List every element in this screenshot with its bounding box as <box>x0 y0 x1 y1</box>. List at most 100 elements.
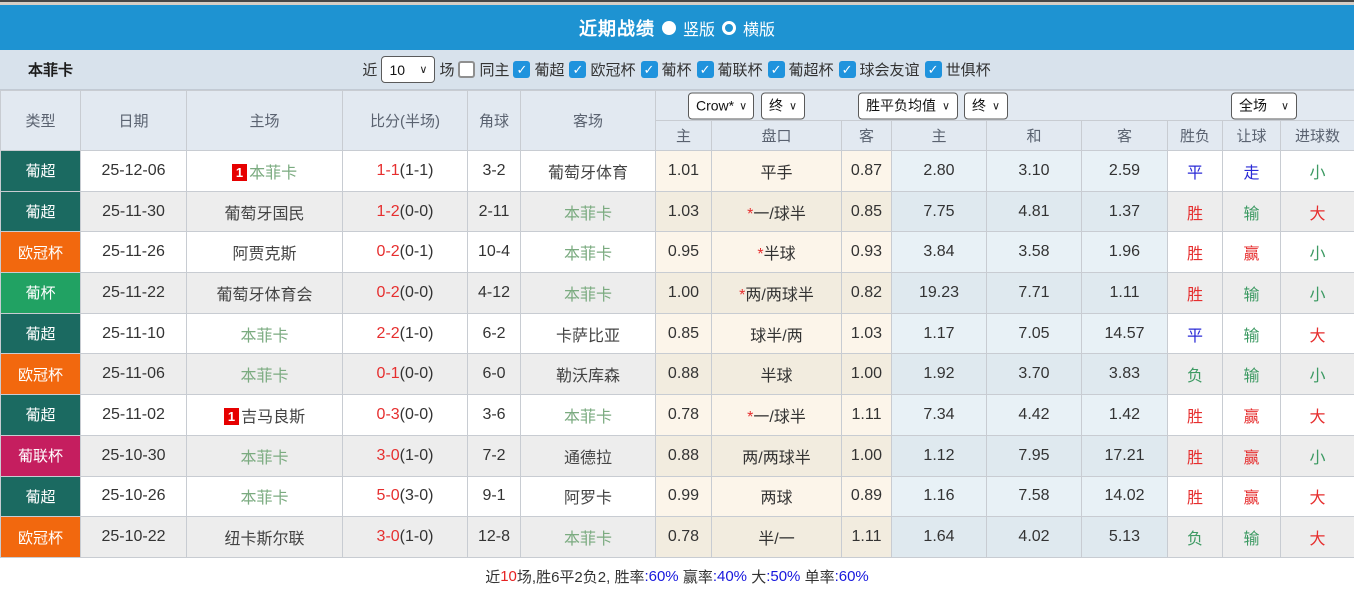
handicap: 两球 <box>711 475 842 518</box>
col-header-score: 比分(半场) <box>342 90 468 151</box>
league-label[interactable]: 葡杯 <box>662 59 692 80</box>
home-team: 纽卡斯尔联 <box>186 516 343 558</box>
league-checkbox[interactable]: ✓ <box>696 61 714 78</box>
chevron-down-icon: ∨ <box>739 100 748 112</box>
type-badge: 葡超 <box>0 190 81 233</box>
result-wdl: 胜 <box>1167 272 1223 314</box>
league-checkbox[interactable]: ✓ <box>640 61 658 78</box>
odds-source-select[interactable]: Crow* ∨ <box>688 92 754 119</box>
summary-segment: 赢率 <box>678 569 713 587</box>
odds-home: 1.01 <box>655 150 712 192</box>
table-row: 欧冠杯 25-11-06 本菲卡 0-1(0-0) 6-0 勒沃库森 0.88 半球 1.00 1… <box>0 353 1354 396</box>
avg-win: 7.34 <box>891 394 987 436</box>
col-header-avg-win: 主 <box>891 120 987 151</box>
league-label[interactable]: 球会友谊 <box>860 59 920 80</box>
type-badge: 欧冠杯 <box>0 231 81 274</box>
table-row: 葡超 25-12-06 1 本菲卡 1-1(1-1) 3-2 葡萄牙体育 1.01 平手 0.87… <box>0 150 1354 192</box>
vertical-layout-label[interactable]: 竖版 <box>683 16 715 40</box>
result-handicap: 输 <box>1222 190 1281 233</box>
home-team: 本菲卡 <box>186 312 343 355</box>
league-filters: ✓ 葡超 ✓ 欧冠杯 ✓ 葡杯 ✓ 葡联杯 ✓ 葡超杯 ✓ 球会友谊 ✓ 世俱杯 <box>513 59 991 80</box>
scope-select[interactable]: 全场 ∨ <box>1231 92 1297 119</box>
col-header-result-wdl: 胜负 <box>1167 120 1223 151</box>
result-handicap: 输 <box>1222 353 1281 396</box>
table-row: 欧冠杯 25-11-26 阿贾克斯 0-2(0-1) 10-4 本菲卡 0.95 *半球 0.9… <box>0 231 1354 274</box>
avg-draw: 7.71 <box>986 272 1082 314</box>
result-goals: 大 <box>1279 475 1354 518</box>
type-badge: 葡超 <box>0 475 81 518</box>
filter-bar: 本菲卡 近 10 ∨ 场 同主 ✓ 葡超 ✓ 欧冠杯 ✓ 葡杯 ✓ 葡联杯 ✓ 葡超杯 ✓ 球会友谊 ✓… <box>0 50 1354 90</box>
away-team: 葡萄牙体育 <box>520 150 656 192</box>
summary-line: 近 10 场,胜6平2负2, 胜率:60% 赢率:40% 大:50% 单率:60% <box>0 557 1354 595</box>
odds-home: 0.78 <box>655 394 712 436</box>
result-handicap: 输 <box>1222 272 1281 314</box>
home-team: 本菲卡 <box>186 353 343 396</box>
odds-home: 0.88 <box>655 434 712 477</box>
horizontal-layout-radio-icon[interactable] <box>722 20 736 35</box>
result-handicap: 输 <box>1222 516 1281 558</box>
table-row: 葡超 25-11-10 本菲卡 2-2(1-0) 6-2 卡萨比亚 0.85 球半/两 1.03… <box>0 312 1354 355</box>
score-cell: 0-3(0-0) <box>342 394 468 436</box>
avg-lose: 17.21 <box>1081 434 1168 477</box>
away-team: 本菲卡 <box>520 516 656 558</box>
result-wdl: 胜 <box>1167 190 1223 233</box>
league-checkbox[interactable]: ✓ <box>924 61 942 78</box>
avg-win: 2.80 <box>891 150 987 192</box>
avg-draw: 7.58 <box>986 475 1082 518</box>
col-header-odds-home: 主 <box>655 120 712 151</box>
away-team: 本菲卡 <box>520 394 656 436</box>
avg-draw: 4.42 <box>986 394 1082 436</box>
home-team: 1 本菲卡 <box>186 150 343 192</box>
summary-segment: :40% <box>712 568 748 586</box>
summary-segment: 大 <box>747 569 767 587</box>
avg-odds-select[interactable]: 胜平负均值 ∨ <box>858 92 958 119</box>
league-checkbox[interactable]: ✓ <box>569 61 587 78</box>
league-label[interactable]: 世俱杯 <box>946 59 991 80</box>
vertical-layout-radio-selected-icon[interactable] <box>661 20 676 35</box>
league-label[interactable]: 葡超 <box>534 59 564 80</box>
match-date: 25-10-22 <box>80 516 187 558</box>
odds-away: 1.00 <box>841 434 892 477</box>
league-checkbox[interactable]: ✓ <box>513 61 531 78</box>
league-checkbox[interactable]: ✓ <box>767 61 785 78</box>
panel-title: 近期战绩 <box>578 18 655 39</box>
header-row-groups: 类型 日期 主场 比分(半场) 角球 客场 Crow* ∨ 终 ∨ 胜平负均值 ∨ 终… <box>0 90 1354 151</box>
league-label[interactable]: 葡超杯 <box>789 59 834 80</box>
recent-count-select[interactable]: 10 ∨ <box>381 56 436 83</box>
header-dropdowns-cell: Crow* ∨ 终 ∨ 胜平负均值 ∨ 终 ∨ 全场 ∨ <box>654 90 1354 121</box>
col-header-date: 日期 <box>80 90 187 151</box>
avg-lose: 2.59 <box>1081 150 1168 192</box>
recent-results-panel: 近期战绩 竖版 横版 本菲卡 近 10 ∨ 场 同主 ✓ 葡超 ✓ 欧冠杯 ✓ 葡杯 ✓ 葡联… <box>0 0 1354 595</box>
result-wdl: 胜 <box>1167 434 1223 477</box>
result-goals: 大 <box>1279 190 1354 233</box>
league-label[interactable]: 葡联杯 <box>718 59 763 80</box>
handicap: *两/两球半 <box>711 272 842 314</box>
horizontal-layout-label[interactable]: 横版 <box>743 16 775 40</box>
result-goals: 小 <box>1279 231 1354 274</box>
league-checkbox[interactable]: ✓ <box>838 61 856 78</box>
home-team: 1 吉马良斯 <box>186 394 343 436</box>
avg-win: 3.84 <box>891 231 987 274</box>
chevron-down-icon: ∨ <box>788 100 797 112</box>
result-wdl: 胜 <box>1167 394 1223 436</box>
handicap: *一/球半 <box>711 190 842 233</box>
results-table: 类型 日期 主场 比分(半场) 角球 客场 Crow* ∨ 终 ∨ 胜平负均值 ∨ 终… <box>0 90 1354 558</box>
odds-time-select[interactable]: 终 ∨ <box>761 92 805 119</box>
result-goals: 小 <box>1279 272 1354 314</box>
rank-badge: 1 <box>223 407 240 425</box>
league-label[interactable]: 欧冠杯 <box>590 59 635 80</box>
result-wdl: 平 <box>1167 312 1223 355</box>
avg-lose: 14.02 <box>1081 475 1168 518</box>
same-home-label[interactable]: 同主 <box>479 59 509 80</box>
same-home-checkbox[interactable] <box>458 61 476 78</box>
avg-time-select[interactable]: 终 ∨ <box>964 92 1008 119</box>
avg-lose: 1.96 <box>1081 231 1168 274</box>
score-cell: 1-2(0-0) <box>342 190 468 233</box>
odds-away: 1.11 <box>841 394 892 436</box>
home-team: 葡萄牙体育会 <box>186 272 343 314</box>
result-goals: 大 <box>1279 312 1354 355</box>
avg-win: 7.75 <box>891 190 987 233</box>
score-cell: 0-2(0-1) <box>342 231 468 274</box>
handicap: 平手 <box>711 150 842 192</box>
result-handicap: 赢 <box>1222 434 1281 477</box>
